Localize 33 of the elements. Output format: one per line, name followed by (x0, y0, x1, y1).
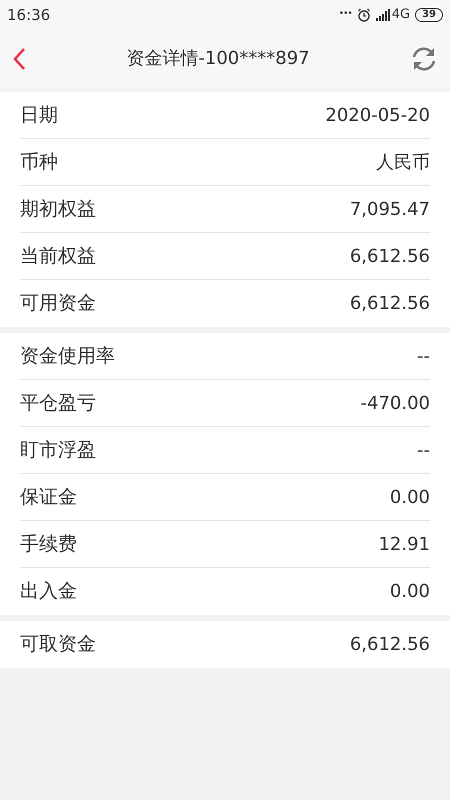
battery-indicator: 39 (415, 8, 443, 22)
status-time: 16:36 (7, 4, 50, 26)
network-type: 4G (392, 6, 410, 24)
field-label: 当前权益 (20, 244, 96, 269)
field-label: 出入金 (20, 579, 77, 604)
field-value: 6,612.56 (350, 633, 430, 657)
alarm-icon (356, 8, 371, 22)
field-value: 7,095.47 (350, 198, 430, 222)
field-value: 0.00 (390, 580, 430, 604)
field-label: 资金使用率 (20, 344, 115, 369)
field-value: 6,612.56 (350, 292, 430, 316)
more-indicator: ••• (338, 8, 352, 22)
field-label: 期初权益 (20, 196, 96, 222)
field-value: -- (417, 344, 430, 368)
field-label: 可取资金 (20, 632, 96, 658)
field-value: 人民币 (376, 150, 430, 174)
field-label: 手续费 (20, 532, 77, 557)
field-value: 0.00 (390, 486, 430, 510)
field-label: 盯市浮盈 (20, 438, 96, 463)
field-value: 2020-05-20 (325, 104, 430, 128)
page-title: 资金详情-100****897 (126, 47, 310, 71)
field-label: 可用资金 (20, 291, 96, 316)
field-value: -470.00 (360, 392, 430, 416)
field-label: 保证金 (20, 484, 77, 510)
field-value: 12.91 (378, 532, 430, 556)
back-icon[interactable] (12, 46, 26, 70)
field-value: -- (417, 438, 430, 462)
field-value: 6,612.56 (350, 244, 430, 268)
signal-icon (376, 9, 390, 21)
field-label: 币种 (20, 150, 58, 175)
field-label: 日期 (20, 102, 58, 128)
refresh-icon[interactable] (410, 44, 438, 72)
field-label: 平仓盈亏 (20, 390, 96, 416)
